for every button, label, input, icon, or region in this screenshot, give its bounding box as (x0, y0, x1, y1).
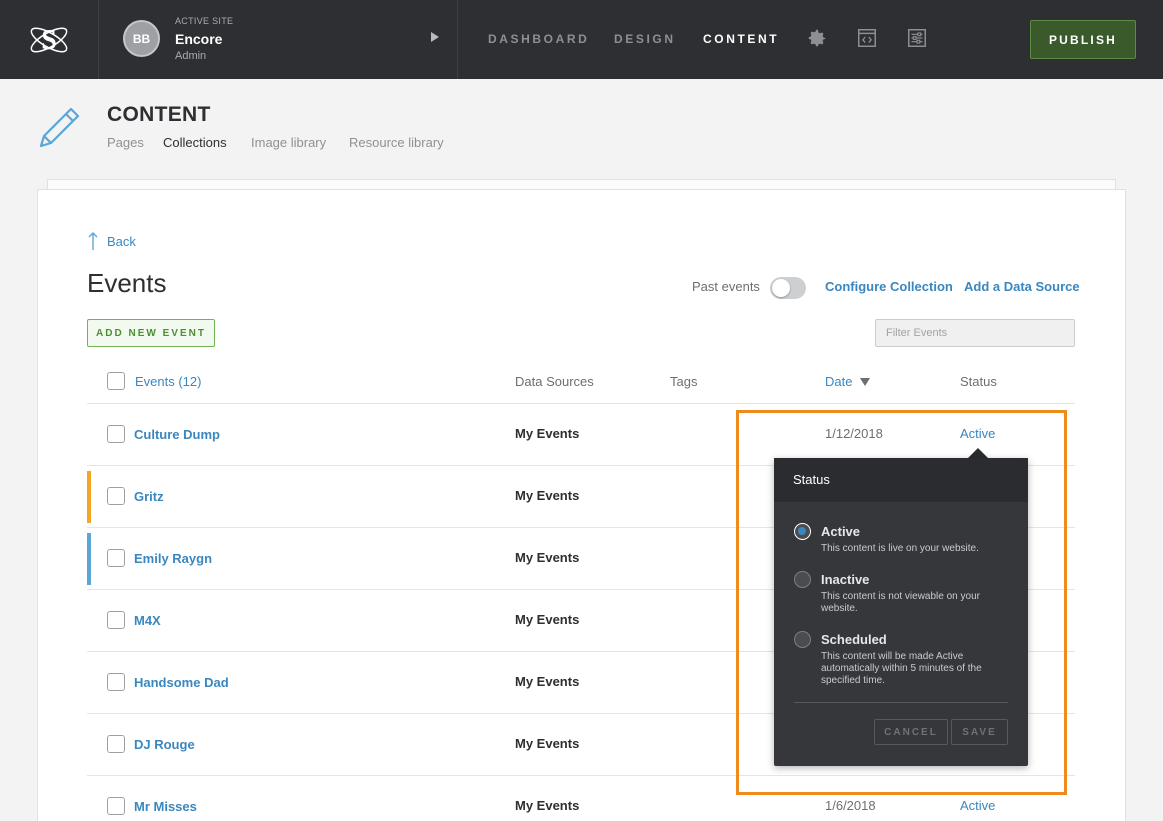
event-source: My Events (515, 674, 580, 689)
row-checkbox[interactable] (107, 611, 125, 629)
past-events-label: Past events (692, 279, 760, 294)
popover-title: Status (774, 458, 1028, 502)
event-status-link[interactable]: Active (960, 798, 995, 813)
event-date: 1/6/2018 (825, 798, 876, 813)
status-popover: Status Active This content is live on yo… (774, 458, 1028, 766)
row-checkbox[interactable] (107, 735, 125, 753)
arrow-up-icon (88, 232, 98, 250)
row-checkbox[interactable] (107, 673, 125, 691)
code-window-icon[interactable] (856, 27, 878, 49)
header-events-count[interactable]: Events (12) (135, 374, 201, 389)
publish-button[interactable]: PUBLISH (1030, 20, 1136, 59)
event-source: My Events (515, 612, 580, 627)
radio-inactive[interactable] (794, 571, 811, 588)
row-checkbox[interactable] (107, 487, 125, 505)
nav-dashboard[interactable]: DASHBOARD (488, 32, 589, 46)
gear-icon[interactable] (806, 27, 828, 49)
cancel-button[interactable]: CANCEL (874, 719, 948, 745)
site-role: Admin (175, 50, 207, 62)
svg-text:S: S (41, 25, 57, 56)
row-checkbox[interactable] (107, 797, 125, 815)
event-name[interactable]: DJ Rouge (134, 737, 195, 752)
option-inactive-desc: This content is not viewable on your web… (821, 591, 980, 614)
header-date-sort[interactable]: Date (825, 374, 871, 389)
event-name[interactable]: Handsome Dad (134, 675, 229, 690)
header-date: Date (825, 374, 853, 389)
add-new-event-button[interactable]: ADD NEW EVENT (87, 319, 215, 347)
row-checkbox[interactable] (107, 425, 125, 443)
pencil-icon (39, 107, 80, 148)
event-name[interactable]: Gritz (134, 489, 164, 504)
tab-pages[interactable]: Pages (107, 135, 144, 150)
play-arrow-icon[interactable] (431, 32, 439, 42)
active-site-label: ACTIVE SITE (175, 16, 234, 26)
past-events-toggle[interactable] (770, 277, 806, 299)
tab-collections[interactable]: Collections (163, 135, 227, 150)
divider (87, 403, 1075, 404)
header-data-sources: Data Sources (515, 374, 594, 389)
tab-resource-library[interactable]: Resource library (349, 135, 444, 150)
option-scheduled-desc: This content will be made Active automat… (821, 651, 982, 686)
nav-design[interactable]: DESIGN (614, 32, 676, 46)
logo[interactable]: S (0, 0, 99, 79)
atom-s-logo-icon: S (30, 25, 68, 56)
radio-scheduled[interactable] (794, 631, 811, 648)
option-active-desc: This content is live on your website. (821, 543, 979, 554)
sliders-icon[interactable] (906, 27, 928, 49)
header-status: Status (960, 374, 997, 389)
save-button[interactable]: SAVE (951, 719, 1008, 745)
header-tags: Tags (670, 374, 698, 389)
popover-caret (968, 448, 988, 458)
configure-collection-link[interactable]: Configure Collection (825, 279, 953, 294)
event-source: My Events (515, 426, 580, 441)
add-data-source-link[interactable]: Add a Data Source (964, 279, 1080, 294)
tab-image-library[interactable]: Image library (251, 135, 326, 150)
radio-active[interactable] (794, 523, 811, 540)
option-scheduled-label[interactable]: Scheduled (821, 632, 887, 647)
event-source: My Events (515, 550, 580, 565)
back-label: Back (107, 233, 136, 249)
select-all-checkbox[interactable] (107, 372, 125, 390)
event-name[interactable]: M4X (134, 613, 161, 628)
site-name: Encore (175, 31, 223, 47)
collection-title: Events (87, 268, 167, 298)
page-title: CONTENT (107, 103, 211, 126)
option-active-label[interactable]: Active (821, 524, 860, 539)
active-site-switcher[interactable]: BB ACTIVE SITE Encore Admin (99, 0, 458, 79)
sort-down-icon (860, 378, 871, 386)
event-source: My Events (515, 736, 580, 751)
nav-content[interactable]: CONTENT (703, 32, 779, 46)
event-name[interactable]: Mr Misses (134, 799, 197, 814)
popover-divider (794, 702, 1008, 703)
event-name[interactable]: Culture Dump (134, 427, 220, 442)
filter-events-input[interactable] (875, 319, 1075, 347)
toggle-knob (772, 279, 790, 297)
back-link[interactable]: Back (87, 231, 136, 251)
top-bar: S BB ACTIVE SITE Encore Admin DASHBOARD … (0, 0, 1163, 79)
option-inactive-label[interactable]: Inactive (821, 572, 869, 587)
event-source: My Events (515, 798, 580, 813)
event-source: My Events (515, 488, 580, 503)
avatar: BB (123, 20, 160, 57)
row-color-stripe (87, 471, 91, 523)
row-checkbox[interactable] (107, 549, 125, 567)
event-name[interactable]: Emily Raygn (134, 551, 212, 566)
row-color-stripe (87, 533, 91, 585)
